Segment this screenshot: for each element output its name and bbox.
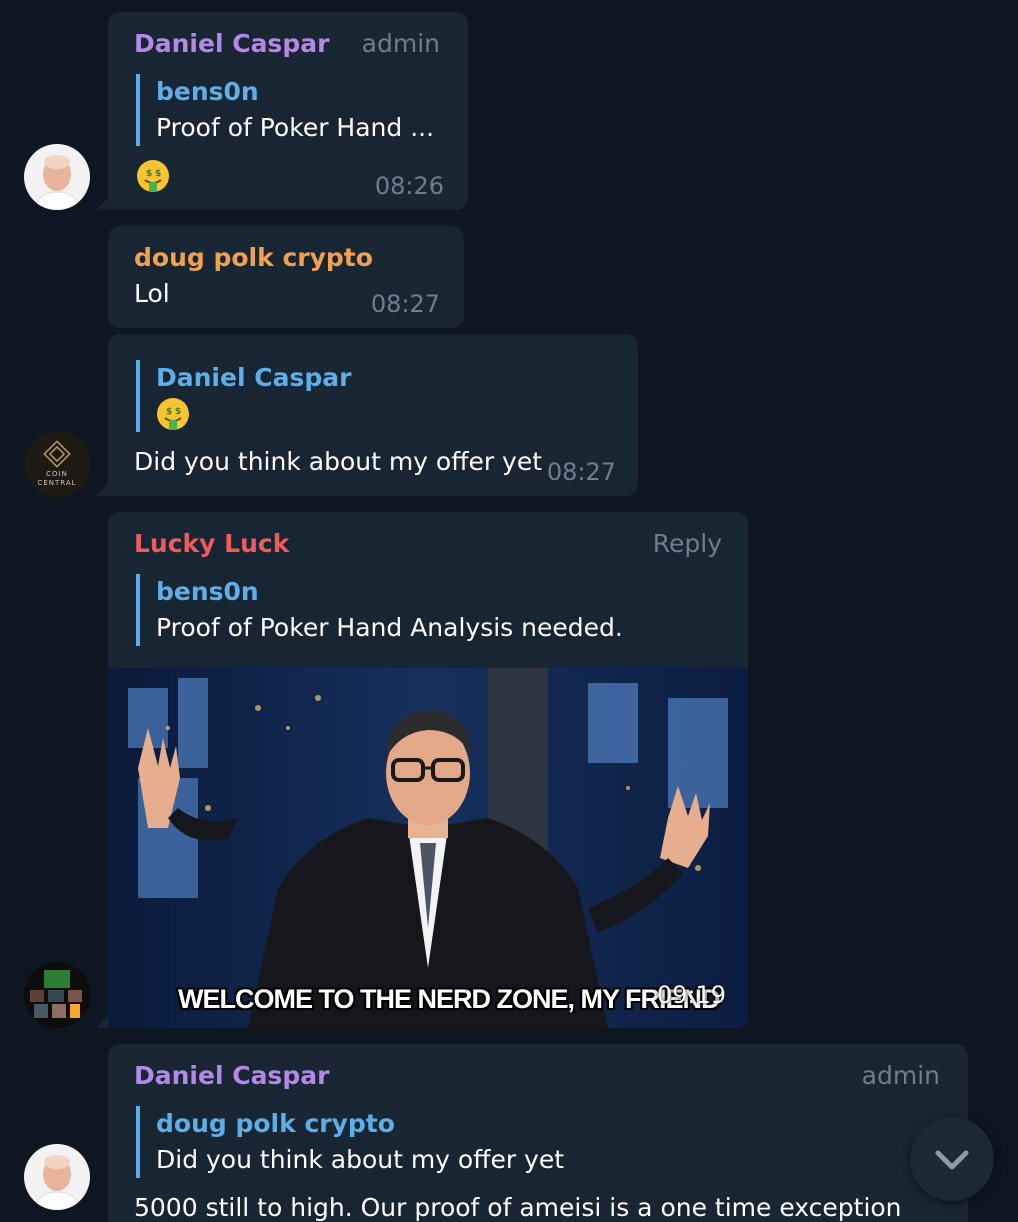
avatar-coin-central[interactable]: COIN CENTRAL xyxy=(24,431,90,497)
message-bubble[interactable]: doug polk crypto Lol 08:27 xyxy=(108,226,464,328)
reply-quote-name: Daniel Caspar xyxy=(156,363,352,392)
avatar-text-coin: COIN xyxy=(46,470,68,478)
chat-message-list[interactable]: Daniel Caspar admin bens0n Proof of Poke… xyxy=(0,0,1018,1222)
gif-caption: WELCOME TO THE NERD ZONE, MY FRIEND xyxy=(178,984,721,1014)
avatar-text-central: CENTRAL xyxy=(37,479,76,487)
admin-badge: admin xyxy=(361,29,440,58)
reply-quote[interactable]: bens0n Proof of Poker Hand ... xyxy=(136,74,434,146)
reply-quote-text: Proof of Poker Hand Analysis needed. xyxy=(156,613,623,642)
scroll-to-bottom-button[interactable] xyxy=(910,1117,994,1201)
avatar-lucky-luck[interactable] xyxy=(24,962,90,1028)
avatar-daniel-caspar[interactable] xyxy=(24,1144,90,1210)
message-bubble[interactable]: Lucky Luck Reply bens0n Proof of Poker H… xyxy=(96,512,748,1028)
message-text: Lol xyxy=(134,279,170,308)
svg-text:$: $ xyxy=(166,407,172,417)
sender-name[interactable]: doug polk crypto xyxy=(134,242,373,274)
money-mouth-face-icon: $ $ xyxy=(157,398,189,430)
money-mouth-face-icon: $ $ xyxy=(137,160,169,192)
bubble-tail xyxy=(96,482,110,496)
message-bubble[interactable]: Daniel Caspar admin doug polk crypto Did… xyxy=(108,1044,968,1222)
message-time: 08:27 xyxy=(370,290,440,318)
reply-quote-text: Did you think about my offer yet xyxy=(156,1145,565,1174)
bubble-tail xyxy=(96,196,110,210)
gif-media[interactable]: WELCOME TO THE NERD ZONE, MY FRIEND 09:1… xyxy=(108,668,748,1028)
sender-name[interactable]: Daniel Caspar xyxy=(134,1060,329,1092)
message-time: 08:26 xyxy=(374,172,444,200)
svg-text:$: $ xyxy=(146,169,152,179)
reply-quote[interactable]: Daniel Caspar $ $ xyxy=(136,360,351,432)
reply-quote-name: doug polk crypto xyxy=(156,1109,395,1138)
reply-button[interactable]: Reply xyxy=(653,528,722,560)
reply-quote[interactable]: bens0n Proof of Poker Hand Analysis need… xyxy=(136,574,623,646)
svg-text:$: $ xyxy=(155,169,161,179)
reply-quote[interactable]: doug polk crypto Did you think about my … xyxy=(136,1106,564,1178)
svg-text:$: $ xyxy=(175,407,181,417)
avatar-daniel-caspar[interactable] xyxy=(24,144,90,210)
message-text: 5000 still to high. Our proof of ameisi … xyxy=(134,1193,902,1222)
reply-quote-name: bens0n xyxy=(156,577,259,606)
reply-quote-text: Proof of Poker Hand ... xyxy=(156,113,435,142)
message-bubble[interactable]: Daniel Caspar admin bens0n Proof of Poke… xyxy=(96,12,468,210)
reply-quote-name: bens0n xyxy=(156,77,259,106)
message-time: 08:27 xyxy=(546,458,616,486)
message-text: Did you think about my offer yet xyxy=(134,447,543,476)
sender-name[interactable]: Lucky Luck xyxy=(134,528,289,560)
message-bubble[interactable]: Daniel Caspar $ $ Did you think about my… xyxy=(96,334,638,496)
admin-badge: admin xyxy=(861,1061,940,1090)
sender-name[interactable]: Daniel Caspar xyxy=(134,28,329,60)
chevron-down-icon xyxy=(935,1150,969,1170)
message-time: 09:19 xyxy=(656,981,726,1009)
